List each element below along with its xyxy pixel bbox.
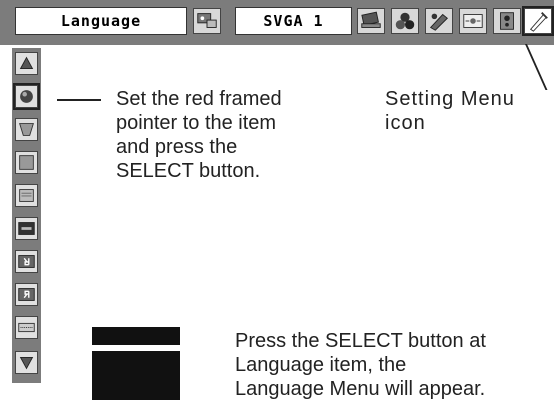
setting-menu-leader-line bbox=[525, 44, 547, 90]
image-select-icon[interactable] bbox=[391, 8, 419, 34]
setting-menu-label: Setting Menu icon bbox=[385, 87, 515, 135]
keystone-icon[interactable] bbox=[15, 118, 38, 141]
logo-icon[interactable] bbox=[15, 217, 38, 240]
image-adjust-icon[interactable] bbox=[459, 8, 487, 34]
item-sidebar bbox=[12, 48, 41, 383]
setting-menu-label-line: icon bbox=[385, 112, 426, 134]
ceiling-icon[interactable] bbox=[15, 250, 38, 273]
pointer-instruction-line: SELECT button. bbox=[116, 160, 261, 182]
input-mode-display: SVGA 1 bbox=[235, 7, 352, 35]
menu-preview-panel bbox=[92, 351, 180, 400]
scroll-up-icon[interactable] bbox=[15, 52, 38, 75]
menu-preview-bar bbox=[92, 327, 180, 345]
display-icon[interactable] bbox=[15, 184, 38, 207]
pointer-instruction: Set the red framed pointer to the item a… bbox=[116, 87, 282, 183]
language-instruction: Press the SELECT button at Language item… bbox=[235, 329, 486, 401]
language-instruction-line: Language Menu will appear. bbox=[235, 378, 486, 400]
setting-menu-icon[interactable] bbox=[522, 6, 554, 36]
color-adjust-icon[interactable] bbox=[425, 8, 453, 34]
blue-back-icon[interactable] bbox=[15, 151, 38, 174]
menu-bar: Language SVGA 1 bbox=[0, 0, 554, 45]
rear-icon[interactable] bbox=[15, 283, 38, 306]
sound-icon[interactable] bbox=[493, 8, 521, 34]
language-instruction-line: Language item, the bbox=[235, 354, 407, 376]
pointer-leader-line bbox=[57, 99, 101, 101]
screen-adjust-icon[interactable] bbox=[193, 8, 221, 34]
pointer-instruction-line: Set the red framed bbox=[116, 88, 282, 110]
setting-menu-label-line: Setting Menu bbox=[385, 88, 515, 110]
pc-adjust-icon[interactable] bbox=[357, 8, 385, 34]
pointer-instruction-line: and press the bbox=[116, 136, 238, 158]
menu-title: Language bbox=[15, 7, 187, 35]
language-instruction-line: Press the SELECT button at bbox=[235, 330, 486, 352]
terminal-icon[interactable] bbox=[15, 316, 38, 339]
language-icon[interactable] bbox=[13, 83, 40, 110]
pointer-instruction-line: pointer to the item bbox=[116, 112, 277, 134]
scroll-down-icon[interactable] bbox=[15, 351, 38, 374]
